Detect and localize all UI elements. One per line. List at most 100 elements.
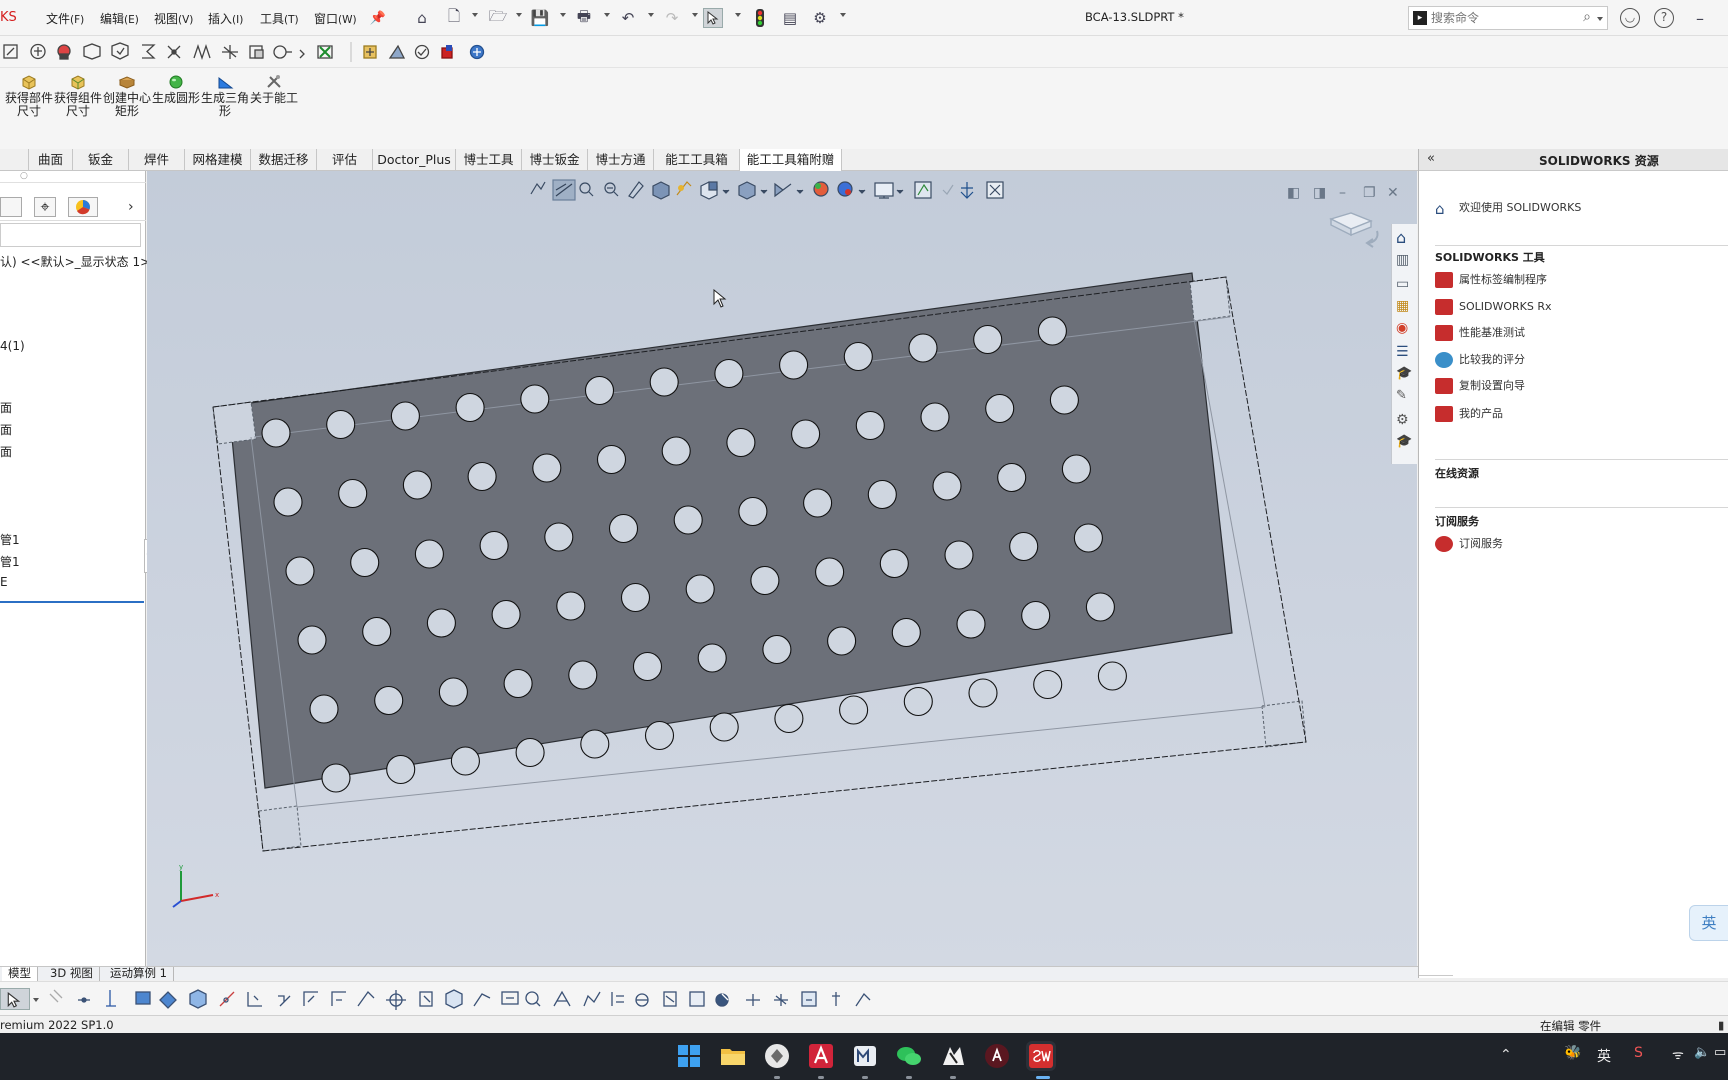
new-document-icon[interactable]: 🗋 — [444, 7, 464, 28]
view-palette-icon[interactable]: ▦ — [1396, 298, 1409, 314]
tree-item-6[interactable]: 管1 — [0, 553, 20, 570]
tree-filter-input[interactable] — [0, 223, 141, 247]
perforation-hole[interactable] — [580, 729, 610, 759]
menu-insert[interactable]: 插入(I) — [208, 10, 243, 27]
welcome-link[interactable]: ⌂ 欢迎使用 SOLIDWORKS — [1435, 199, 1581, 218]
tray-app-icon[interactable]: 🐝 — [1564, 1045, 1581, 1061]
perforation-hole[interactable] — [386, 754, 416, 785]
perforation-hole[interactable] — [750, 565, 780, 596]
perforation-hole[interactable] — [285, 556, 315, 586]
perforation-hole[interactable] — [843, 341, 873, 372]
perforation-hole[interactable] — [944, 540, 974, 570]
perforation-hole[interactable] — [632, 651, 663, 682]
subscription-header[interactable]: 订阅服务 — [1435, 513, 1479, 529]
wechat-taskbar-icon[interactable] — [894, 1041, 924, 1071]
sketch-tool-icons[interactable] — [44, 982, 874, 1016]
configuration-manager-tab-icon[interactable] — [0, 197, 22, 217]
customize-status-icon[interactable]: ▮ — [1718, 1018, 1724, 1032]
tab-doctor-sheet-metal[interactable]: 博士钣金 — [522, 149, 588, 171]
perforation-hole[interactable] — [321, 763, 351, 793]
magnifier-icon[interactable]: ⌕ — [1583, 9, 1591, 25]
generate-circle-button[interactable]: 生成圆形 — [151, 74, 201, 105]
minimize-window-icon[interactable]: – — [1690, 8, 1710, 28]
perforation-hole[interactable] — [1021, 600, 1051, 631]
perforation-hole[interactable] — [661, 436, 691, 466]
perforation-hole[interactable] — [309, 694, 339, 724]
perforation-hole[interactable] — [1073, 523, 1103, 553]
collapse-task-pane-icon[interactable]: « — [1427, 151, 1435, 166]
tab-evaluate[interactable]: 评估 — [317, 149, 373, 171]
ime-language-badge[interactable]: 英 — [1689, 905, 1728, 941]
perforation-hole[interactable] — [520, 384, 550, 414]
perforation-hole[interactable] — [985, 393, 1015, 424]
custom-properties-icon[interactable]: ☰ — [1396, 344, 1409, 360]
rollback-bar[interactable] — [0, 601, 144, 603]
perforation-hole[interactable] — [261, 418, 291, 448]
perforation-hole[interactable] — [503, 668, 533, 699]
perforation-hole[interactable] — [1085, 592, 1115, 622]
add-in-tool-icons[interactable] — [0, 36, 500, 68]
tool-copy-settings-wizard[interactable]: 复制设置向导 — [1435, 377, 1525, 394]
tab-data-migration[interactable]: 数据迁移 — [251, 149, 317, 171]
perforation-hole[interactable] — [920, 402, 950, 432]
perforation-hole[interactable] — [450, 746, 480, 776]
perforation-hole[interactable] — [649, 367, 679, 397]
learn-icon[interactable]: 🎓 — [1396, 434, 1412, 449]
perforation-hole[interactable] — [903, 686, 933, 717]
redo-icon[interactable]: ↷ — [662, 8, 682, 28]
acrobat-taskbar-icon[interactable] — [982, 1041, 1012, 1071]
perforation-hole[interactable] — [714, 358, 744, 389]
tool-performance-benchmark[interactable]: 性能基准测试 — [1435, 324, 1525, 341]
tab-sheet-metal[interactable]: 钣金 — [73, 149, 129, 171]
media-player-taskbar-icon[interactable] — [762, 1041, 792, 1071]
print-icon[interactable]: 🖶 — [574, 7, 594, 28]
get-part-size-button[interactable]: 获得部件尺寸 — [4, 74, 54, 118]
select-dropdown-icon[interactable] — [735, 13, 741, 17]
perforation-hole[interactable] — [803, 488, 833, 518]
tab-doctor-square-tube[interactable]: 博士方通 — [588, 149, 654, 171]
undo-icon[interactable]: ↶ — [618, 8, 638, 28]
task-pane-home-icon[interactable]: ⌂ — [1396, 228, 1406, 247]
perforation-hole[interactable] — [438, 677, 468, 707]
volume-icon[interactable]: 🔈 — [1694, 1045, 1710, 1060]
help-icon[interactable]: ? — [1654, 8, 1674, 28]
perforation-hole[interactable] — [839, 695, 869, 725]
perforation-hole[interactable] — [374, 685, 404, 716]
tool-property-tab-builder[interactable]: 属性标签编制程序 — [1435, 271, 1547, 288]
tab-collapsed[interactable] — [0, 149, 29, 171]
tab-mesh-modeling[interactable]: 网格建模 — [185, 149, 251, 171]
tool-solidworks-rx[interactable]: SOLIDWORKS Rx — [1435, 299, 1552, 315]
perforation-hole[interactable] — [414, 539, 444, 569]
perforation-hole[interactable] — [297, 625, 327, 655]
perforation-hole[interactable] — [726, 427, 756, 458]
configuration-line[interactable]: 认) <<默认>_显示状态 1> — [0, 253, 150, 270]
show-hidden-icons-chevron-icon[interactable]: ⌃ — [1500, 1047, 1512, 1063]
cad-app-taskbar-icon[interactable] — [938, 1041, 968, 1071]
perforation-hole[interactable] — [326, 409, 356, 440]
perforation-hole[interactable] — [932, 471, 962, 501]
perforation-hole[interactable] — [467, 461, 497, 492]
perforation-hole[interactable] — [402, 470, 432, 500]
perforation-hole[interactable] — [1049, 385, 1079, 415]
file-explorer-icon[interactable]: ▭ — [1396, 276, 1409, 292]
autocad-taskbar-icon[interactable] — [806, 1041, 836, 1071]
perforation-hole[interactable] — [556, 591, 586, 621]
tool-compare-scores[interactable]: 比较我的评分 — [1435, 351, 1525, 368]
save-dropdown-icon[interactable] — [560, 13, 566, 17]
perforation-hole[interactable] — [1097, 661, 1127, 691]
tab-nenggong-toolbox-extra[interactable]: 能工工具箱附赠 — [740, 149, 842, 171]
perforation-hole[interactable] — [273, 487, 303, 517]
perforation-hole[interactable] — [620, 582, 651, 613]
undo-dropdown-icon[interactable] — [648, 13, 654, 17]
tray-s-icon[interactable]: S — [1634, 1045, 1643, 1061]
photo-viewer-taskbar-icon[interactable] — [850, 1041, 880, 1071]
perforation-hole[interactable] — [891, 617, 921, 648]
panel-scroll-right-icon[interactable]: › — [128, 199, 134, 215]
perforation-hole[interactable] — [1009, 531, 1039, 562]
solidworks-forum-icon[interactable]: ✎ — [1396, 388, 1407, 403]
tutorials-icon[interactable]: 🎓 — [1396, 366, 1412, 381]
perforation-hole[interactable] — [827, 626, 857, 656]
perforation-hole[interactable] — [362, 616, 392, 647]
tree-item-3[interactable]: 面 — [0, 421, 12, 438]
tab-motion-study-1[interactable]: 运动算例 1 — [104, 967, 174, 981]
